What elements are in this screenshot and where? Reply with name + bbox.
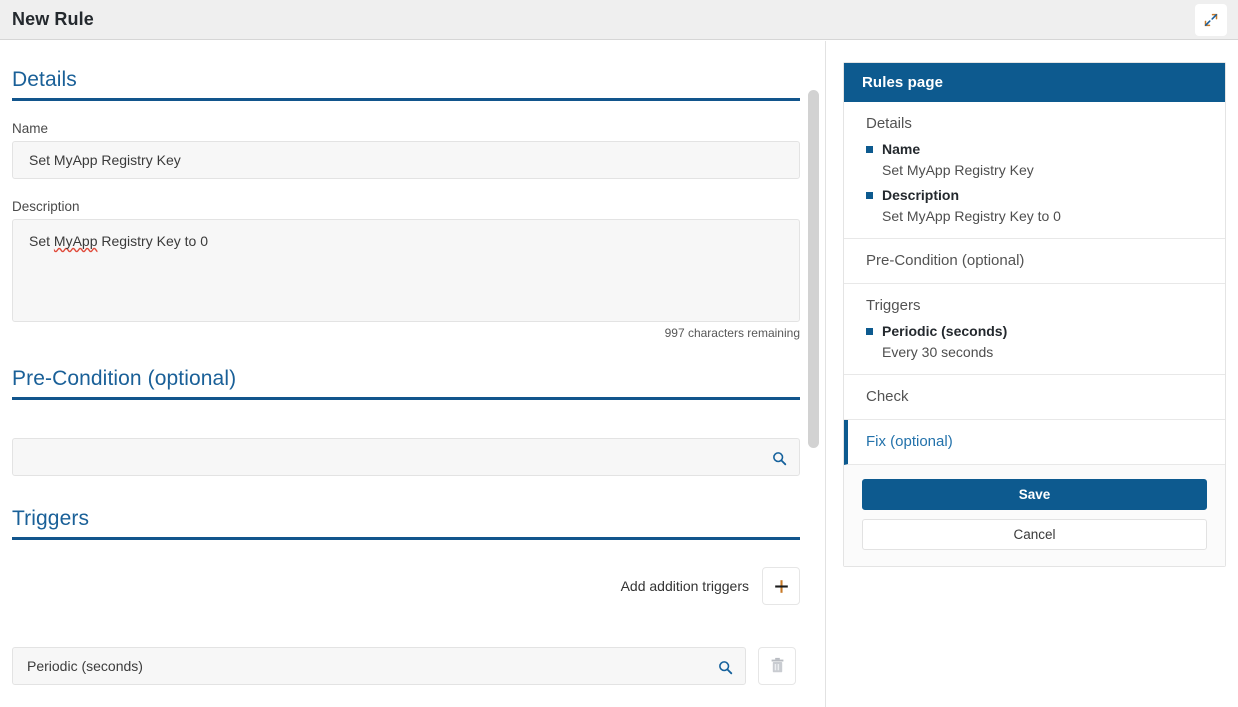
sidebar-nav: Details Name Set MyApp Registry Key Desc…	[844, 102, 1225, 465]
cancel-button[interactable]: Cancel	[862, 519, 1207, 550]
summary-item: Name Set MyApp Registry Key	[844, 141, 1225, 178]
summary-value: Set MyApp Registry Key to 0	[866, 208, 1225, 224]
rules-page-sidebar: Rules page Details Name Set MyApp Regist…	[827, 41, 1238, 707]
rules-page-card: Rules page Details Name Set MyApp Regist…	[843, 62, 1226, 567]
sidebar-item-triggers[interactable]: Triggers Periodic (seconds) Every 30 sec…	[844, 284, 1225, 375]
dialog-titlebar: New Rule	[0, 0, 1238, 40]
sidebar-header: Rules page	[844, 63, 1225, 102]
characters-remaining-counter: 997 characters remaining	[12, 326, 800, 340]
description-text-misspelled: MyApp	[54, 233, 98, 249]
page-title: New Rule	[12, 9, 94, 30]
trigger-type-value: Periodic (seconds)	[27, 648, 143, 684]
description-label: Description	[12, 199, 800, 214]
summary-key: Description	[866, 187, 1225, 203]
form-scrollbar-thumb[interactable]	[808, 90, 819, 448]
sidebar-item-label[interactable]: Fix (optional)	[848, 433, 1225, 450]
description-text-prefix: Set	[29, 233, 54, 249]
summary-item: Description Set MyApp Registry Key to 0	[844, 187, 1225, 224]
name-input[interactable]	[12, 141, 800, 179]
precondition-section-heading: Pre-Condition (optional)	[12, 340, 800, 400]
delete-trigger-button[interactable]	[758, 647, 796, 685]
precondition-search-input[interactable]	[12, 438, 800, 476]
add-triggers-label: Add addition triggers	[621, 578, 749, 594]
sidebar-item-label[interactable]: Triggers	[844, 297, 1225, 314]
description-input[interactable]: Set MyApp Registry Key to 0	[12, 219, 800, 322]
trigger-row: Periodic (seconds)	[12, 647, 800, 685]
save-button[interactable]: Save	[862, 479, 1207, 510]
add-triggers-row: Add addition triggers	[12, 567, 800, 605]
summary-value: Every 30 seconds	[866, 344, 1225, 360]
search-icon[interactable]	[715, 657, 735, 677]
summary-key: Periodic (seconds)	[866, 323, 1225, 339]
sidebar-item-precondition[interactable]: Pre-Condition (optional)	[844, 239, 1225, 284]
sidebar-item-check[interactable]: Check	[844, 375, 1225, 420]
summary-key: Name	[866, 141, 1225, 157]
search-icon[interactable]	[769, 448, 789, 468]
details-section-heading: Details	[12, 41, 800, 101]
summary-value: Set MyApp Registry Key	[866, 162, 1225, 178]
triggers-section-heading: Triggers	[12, 476, 800, 540]
sidebar-item-label[interactable]: Pre-Condition (optional)	[844, 252, 1225, 269]
sidebar-item-label[interactable]: Check	[844, 388, 1225, 405]
sidebar-item-fix[interactable]: Fix (optional)	[844, 420, 1225, 465]
name-label: Name	[12, 121, 800, 136]
new-rule-dialog: New Rule Details Name Description Set My…	[0, 0, 1238, 707]
add-trigger-button[interactable]	[762, 567, 800, 605]
description-text-suffix: Registry Key to 0	[97, 233, 208, 249]
sidebar-item-details[interactable]: Details Name Set MyApp Registry Key Desc…	[844, 102, 1225, 239]
sidebar-item-label[interactable]: Details	[844, 115, 1225, 132]
expand-diagonal-icon[interactable]	[1195, 4, 1227, 36]
summary-item: Periodic (seconds) Every 30 seconds	[844, 323, 1225, 360]
sidebar-actions: Save Cancel	[844, 465, 1225, 566]
form-scrollbar[interactable]	[806, 90, 822, 448]
trigger-type-input[interactable]: Periodic (seconds)	[12, 647, 746, 685]
rule-form-panel: Details Name Description Set MyApp Regis…	[0, 41, 826, 707]
